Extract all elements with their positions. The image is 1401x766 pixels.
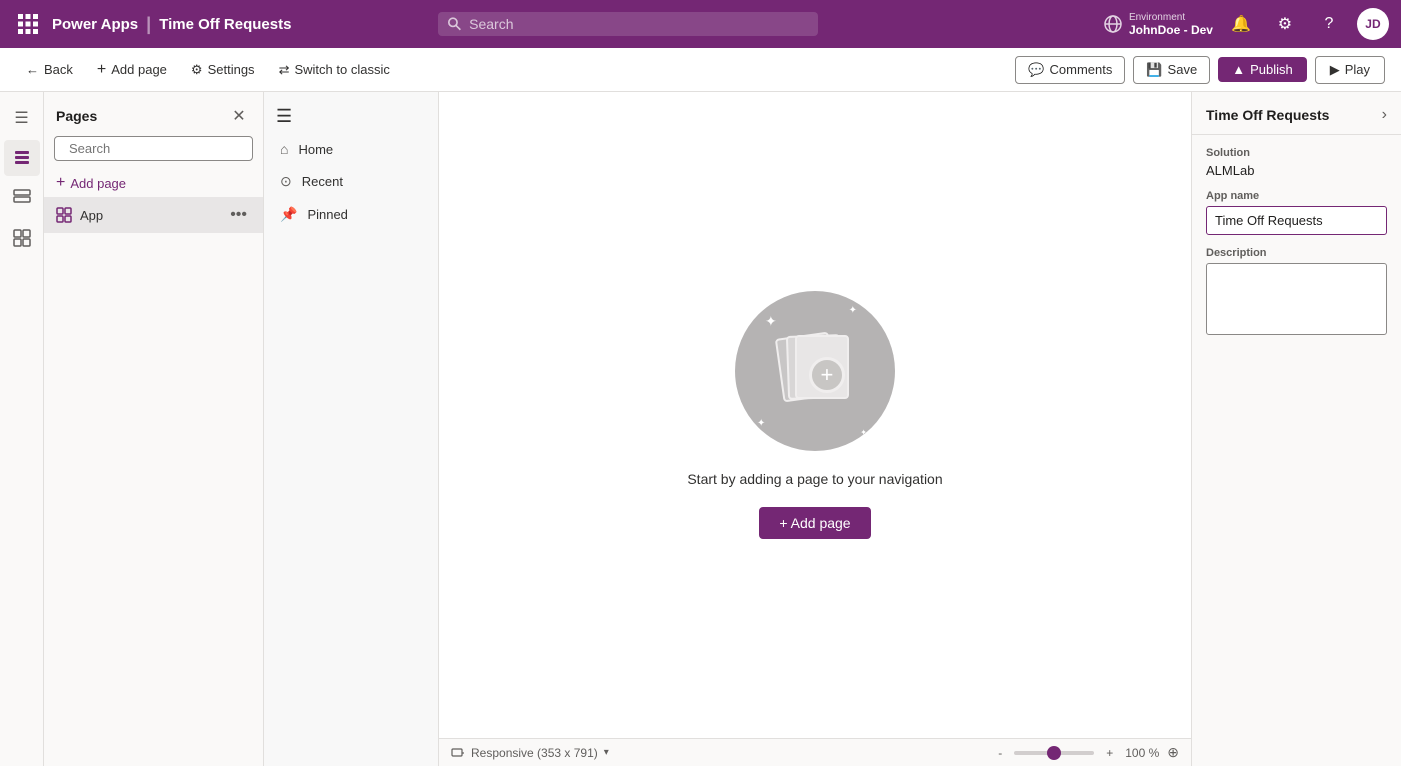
pages-add-page-button[interactable]: + Add page <box>44 169 263 197</box>
switch-classic-button[interactable]: ⇄ Switch to classic <box>269 57 400 83</box>
environment-icon <box>1103 14 1123 34</box>
nav-menu-icon[interactable]: ☰ <box>264 100 438 133</box>
avatar[interactable]: JD <box>1357 8 1389 40</box>
statusbar: Responsive (353 x 791) ▾ - + 100 % ⊕ <box>439 738 1191 766</box>
back-icon: ← <box>26 62 39 77</box>
sparkle-icon-br: ✦ <box>860 428 867 437</box>
grid-icon[interactable] <box>12 8 44 40</box>
responsive-icon <box>451 746 465 760</box>
zoom-slider[interactable] <box>1014 751 1094 755</box>
sidebar-icons: ☰ <box>0 92 44 766</box>
responsive-chevron-icon[interactable]: ▾ <box>604 747 609 758</box>
app-name-label: App name <box>1206 190 1387 202</box>
sidebar-components-icon[interactable] <box>4 220 40 256</box>
sidebar-hamburger-icon[interactable]: ☰ <box>4 100 40 136</box>
pages-title: Pages <box>56 108 97 124</box>
play-button[interactable]: ▶ Play <box>1315 56 1385 84</box>
nav-item-recent[interactable]: ⊙ Recent <box>264 165 438 198</box>
comments-button[interactable]: 💬 Comments <box>1015 56 1125 84</box>
switch-icon: ⇄ <box>279 62 290 78</box>
add-page-button[interactable]: + Add page <box>87 56 177 84</box>
topbar-appname-label: Time Off Requests <box>159 16 291 33</box>
pages-close-button[interactable]: ✕ <box>227 104 251 128</box>
canvas-placeholder: ✦ ✦ ✦ ✦ + Start by adding a page to your… <box>687 291 942 539</box>
zoom-minus-button[interactable]: - <box>994 746 1006 760</box>
save-icon: 💾 <box>1146 62 1162 78</box>
zoom-plus-button[interactable]: + <box>1102 746 1117 760</box>
description-label: Description <box>1206 247 1387 259</box>
right-panel: Time Off Requests › Solution ALMLab App … <box>1191 92 1401 766</box>
topbar: Power Apps | Time Off Requests Environme… <box>0 0 1401 48</box>
save-button[interactable]: 💾 Save <box>1133 56 1210 84</box>
plus-icon: + <box>97 61 106 79</box>
app-page-icon <box>56 207 72 223</box>
topbar-search-container <box>438 12 818 36</box>
play-icon: ▶ <box>1330 62 1340 78</box>
topbar-search-input[interactable] <box>469 16 808 32</box>
topbar-separator: | <box>146 14 151 35</box>
settings-button[interactable]: ⚙ Settings <box>181 57 265 83</box>
sparkle-icon-tr: ✦ <box>849 305 857 316</box>
statusbar-right: - + 100 % ⊕ <box>994 744 1179 761</box>
pages-item-more-button[interactable]: ••• <box>226 204 251 226</box>
sparkle-icon-tl: ✦ <box>765 313 777 330</box>
pages-header: Pages ✕ <box>44 92 263 136</box>
canvas-add-page-button[interactable]: + Add page <box>759 507 870 539</box>
topbar-search-icon <box>448 17 461 31</box>
sparkle-icon-bl: ✦ <box>757 418 765 429</box>
canvas-inner: ✦ ✦ ✦ ✦ + Start by adding a page to your… <box>439 92 1191 738</box>
settings-icon[interactable]: ⚙ <box>1269 8 1301 40</box>
zoom-slider-thumb <box>1047 746 1061 760</box>
comments-icon: 💬 <box>1028 62 1044 78</box>
back-button[interactable]: ← Back <box>16 57 83 82</box>
description-textarea[interactable] <box>1206 263 1387 335</box>
pages-add-icon: + <box>56 174 65 192</box>
environment-text: Environment JohnDoe - Dev <box>1129 12 1213 37</box>
pin-icon: 📌 <box>280 206 297 223</box>
publish-button[interactable]: ▲ Publish <box>1218 57 1307 82</box>
right-panel-title: Time Off Requests <box>1206 107 1329 123</box>
topbar-brand: Power Apps | Time Off Requests <box>52 14 291 35</box>
pages-panel: Pages ✕ + Add page App ••• <box>44 92 264 766</box>
publish-icon: ▲ <box>1232 62 1245 77</box>
environment-info: Environment JohnDoe - Dev <box>1103 12 1213 37</box>
app-name-input[interactable] <box>1206 206 1387 235</box>
nav-item-home[interactable]: ⌂ Home <box>264 133 438 165</box>
topbar-powerapps-label: Power Apps <box>52 16 138 33</box>
nav-item-pinned[interactable]: 📌 Pinned <box>264 198 438 231</box>
sidebar-data-icon[interactable] <box>4 180 40 216</box>
nav-panel: ☰ ⌂ Home ⊙ Recent 📌 Pinned <box>264 92 439 766</box>
home-icon: ⌂ <box>280 141 288 157</box>
zoom-fit-icon[interactable]: ⊕ <box>1167 744 1179 761</box>
main-layout: ☰ Pages ✕ + Add page App ••• <box>0 92 1401 766</box>
canvas-empty-text: Start by adding a page to your navigatio… <box>687 471 942 487</box>
right-panel-body: Solution ALMLab App name Description <box>1192 135 1401 352</box>
stacked-pages: + <box>775 331 855 411</box>
solution-value: ALMLab <box>1206 163 1387 178</box>
settings-gear-icon: ⚙ <box>191 62 203 78</box>
solution-label: Solution <box>1206 147 1387 159</box>
help-icon[interactable]: ? <box>1313 8 1345 40</box>
toolbar: ← Back + Add page ⚙ Settings ⇄ Switch to… <box>0 48 1401 92</box>
pages-list-item-app[interactable]: App ••• <box>44 197 263 233</box>
recent-icon: ⊙ <box>280 173 292 190</box>
zoom-percent-label: 100 % <box>1125 746 1159 760</box>
pages-search-input[interactable] <box>69 141 245 156</box>
notifications-icon[interactable]: 🔔 <box>1225 8 1257 40</box>
sidebar-pages-icon[interactable] <box>4 140 40 176</box>
plus-circle-icon: + <box>809 357 845 393</box>
pages-search-container <box>54 136 253 161</box>
toolbar-right: 💬 Comments 💾 Save ▲ Publish ▶ Play <box>1015 56 1385 84</box>
right-panel-expand-icon[interactable]: › <box>1382 106 1387 124</box>
right-panel-header: Time Off Requests › <box>1192 92 1401 135</box>
statusbar-left: Responsive (353 x 791) ▾ <box>451 746 609 760</box>
canvas-empty-icon: ✦ ✦ ✦ ✦ + <box>735 291 895 451</box>
topbar-right: Environment JohnDoe - Dev 🔔 ⚙ ? JD <box>1103 8 1389 40</box>
canvas: ✦ ✦ ✦ ✦ + Start by adding a page to your… <box>439 92 1191 766</box>
